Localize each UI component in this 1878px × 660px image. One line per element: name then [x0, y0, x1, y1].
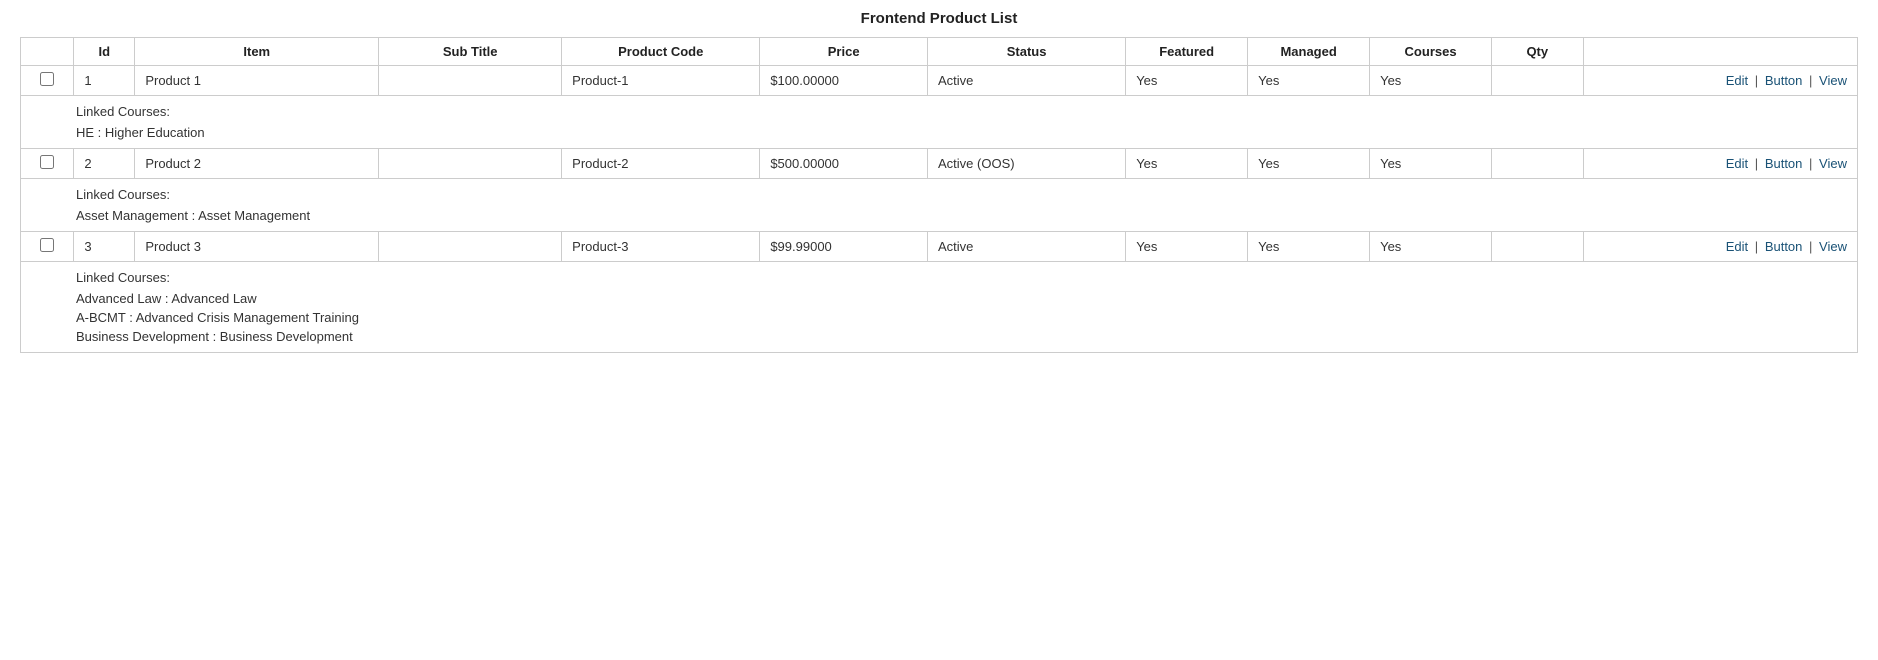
row-id: 1	[74, 66, 135, 96]
header-actions	[1583, 38, 1857, 66]
row-item: Product 2	[135, 149, 379, 179]
header-checkbox	[21, 38, 74, 66]
separator-1: |	[1755, 73, 1758, 88]
view-link[interactable]: View	[1819, 156, 1847, 171]
header-featured: Featured	[1126, 38, 1248, 66]
row-featured: Yes	[1126, 232, 1248, 262]
row-id: 2	[74, 149, 135, 179]
row-subtitle	[379, 149, 562, 179]
detail-row: Linked Courses: HE : Higher Education	[21, 96, 1858, 149]
row-code: Product-1	[562, 66, 760, 96]
detail-row: Linked Courses: Advanced Law : Advanced L…	[21, 262, 1858, 353]
separator-2: |	[1809, 239, 1812, 254]
row-checkbox-cell[interactable]	[21, 232, 74, 262]
detail-row: Linked Courses: Asset Management : Asset …	[21, 179, 1858, 232]
row-courses: Yes	[1370, 149, 1492, 179]
row-status: Active	[928, 66, 1126, 96]
row-checkbox[interactable]	[40, 238, 54, 252]
header-price: Price	[760, 38, 928, 66]
course-item: A-BCMT : Advanced Crisis Management Trai…	[76, 310, 1847, 325]
row-status: Active	[928, 232, 1126, 262]
linked-courses-label: Linked Courses:	[76, 187, 1847, 202]
separator-2: |	[1809, 73, 1812, 88]
row-actions: Edit | Button | View	[1583, 66, 1857, 96]
row-qty	[1492, 232, 1583, 262]
separator-1: |	[1755, 156, 1758, 171]
linked-courses-label: Linked Courses:	[76, 270, 1847, 285]
row-featured: Yes	[1126, 149, 1248, 179]
edit-link[interactable]: Edit	[1726, 239, 1748, 254]
header-status: Status	[928, 38, 1126, 66]
row-item: Product 1	[135, 66, 379, 96]
view-link[interactable]: View	[1819, 73, 1847, 88]
row-status: Active (OOS)	[928, 149, 1126, 179]
header-subtitle: Sub Title	[379, 38, 562, 66]
linked-courses-label: Linked Courses:	[76, 104, 1847, 119]
button-link[interactable]: Button	[1765, 73, 1803, 88]
row-checkbox[interactable]	[40, 72, 54, 86]
table-body: 1 Product 1 Product-1 $100.00000 Active …	[21, 66, 1858, 353]
button-link[interactable]: Button	[1765, 156, 1803, 171]
row-managed: Yes	[1248, 66, 1370, 96]
row-courses: Yes	[1370, 232, 1492, 262]
separator-1: |	[1755, 239, 1758, 254]
header-id: Id	[74, 38, 135, 66]
course-item: HE : Higher Education	[76, 125, 1847, 140]
header-managed: Managed	[1248, 38, 1370, 66]
table-row: 2 Product 2 Product-2 $500.00000 Active …	[21, 149, 1858, 179]
row-featured: Yes	[1126, 66, 1248, 96]
row-actions: Edit | Button | View	[1583, 232, 1857, 262]
row-qty	[1492, 66, 1583, 96]
row-checkbox[interactable]	[40, 155, 54, 169]
edit-link[interactable]: Edit	[1726, 73, 1748, 88]
course-item: Advanced Law : Advanced Law	[76, 291, 1847, 306]
row-item: Product 3	[135, 232, 379, 262]
page-wrapper: Frontend Product List Id Item Sub Title …	[0, 0, 1878, 660]
row-qty	[1492, 149, 1583, 179]
row-price: $100.00000	[760, 66, 928, 96]
row-actions: Edit | Button | View	[1583, 149, 1857, 179]
view-link[interactable]: View	[1819, 239, 1847, 254]
row-checkbox-cell[interactable]	[21, 149, 74, 179]
row-courses: Yes	[1370, 66, 1492, 96]
table-row: 1 Product 1 Product-1 $100.00000 Active …	[21, 66, 1858, 96]
header-code: Product Code	[562, 38, 760, 66]
detail-cell: Linked Courses: HE : Higher Education	[21, 96, 1858, 149]
table-row: 3 Product 3 Product-3 $99.99000 Active Y…	[21, 232, 1858, 262]
row-subtitle	[379, 66, 562, 96]
page-title: Frontend Product List	[20, 10, 1858, 27]
product-table: Id Item Sub Title Product Code Price Sta…	[20, 37, 1858, 353]
row-checkbox-cell[interactable]	[21, 66, 74, 96]
table-header-row: Id Item Sub Title Product Code Price Sta…	[21, 38, 1858, 66]
button-link[interactable]: Button	[1765, 239, 1803, 254]
course-item: Asset Management : Asset Management	[76, 208, 1847, 223]
detail-cell: Linked Courses: Advanced Law : Advanced L…	[21, 262, 1858, 353]
row-managed: Yes	[1248, 232, 1370, 262]
row-managed: Yes	[1248, 149, 1370, 179]
row-code: Product-3	[562, 232, 760, 262]
row-id: 3	[74, 232, 135, 262]
detail-cell: Linked Courses: Asset Management : Asset …	[21, 179, 1858, 232]
header-qty: Qty	[1492, 38, 1583, 66]
row-price: $500.00000	[760, 149, 928, 179]
edit-link[interactable]: Edit	[1726, 156, 1748, 171]
separator-2: |	[1809, 156, 1812, 171]
row-code: Product-2	[562, 149, 760, 179]
header-item: Item	[135, 38, 379, 66]
header-courses: Courses	[1370, 38, 1492, 66]
course-item: Business Development : Business Developm…	[76, 329, 1847, 344]
row-subtitle	[379, 232, 562, 262]
row-price: $99.99000	[760, 232, 928, 262]
